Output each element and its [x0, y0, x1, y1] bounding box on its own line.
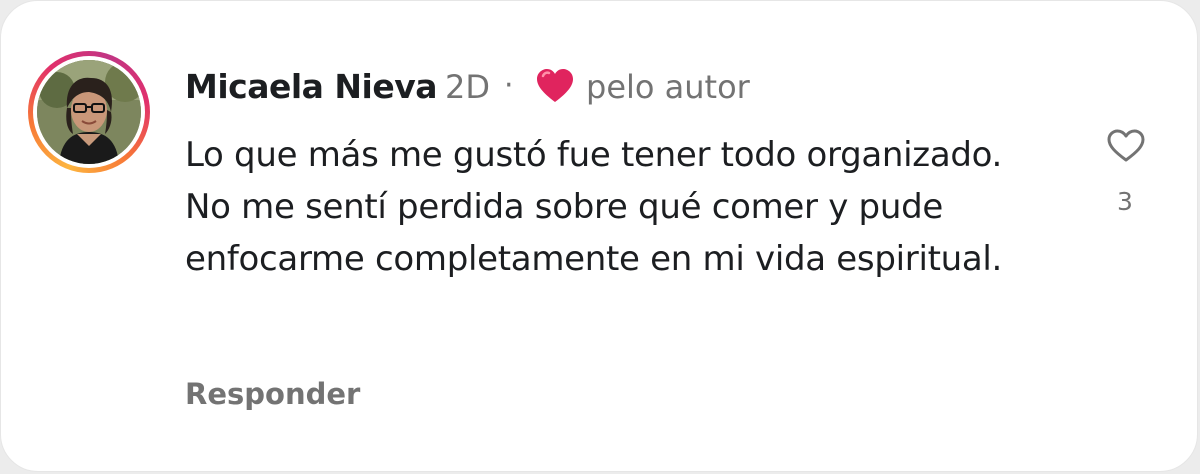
separator-dot: · [504, 68, 514, 103]
heart-outline-icon[interactable] [1106, 128, 1146, 164]
red-heart-emoji-icon [537, 69, 573, 102]
avatar[interactable] [37, 60, 141, 164]
like-count: 3 [1117, 187, 1133, 216]
comment-time: 2D [445, 68, 490, 106]
story-ring[interactable] [28, 51, 150, 173]
avatar-photo-icon [37, 60, 141, 164]
comment-card: Micaela Nieva 2D · pelo autor Lo que más… [0, 0, 1198, 472]
comment-text: Lo que más me gustó fue tener todo organ… [185, 135, 1003, 279]
avatar-gap [33, 56, 145, 168]
liked-by-author-label: pelo autor [586, 68, 750, 106]
author-name[interactable]: Micaela Nieva [185, 67, 438, 106]
reply-button[interactable]: Responder [185, 377, 360, 411]
